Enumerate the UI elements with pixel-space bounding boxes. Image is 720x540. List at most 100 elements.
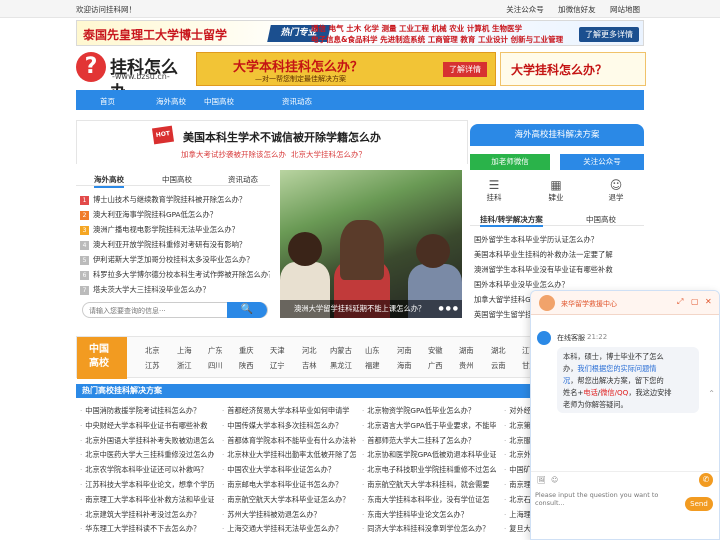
region-link[interactable]: 福建 — [365, 361, 380, 371]
region-link[interactable]: 浙江 — [177, 361, 192, 371]
header-ad-side[interactable]: 大学挂科怎么办？ — [500, 52, 646, 86]
search-icon[interactable]: 🔍 — [227, 302, 267, 318]
featured-photo[interactable]: 澳洲大学留学挂科延期不能上课怎么办？ ● ● ● — [280, 170, 462, 318]
scroll-up-icon[interactable]: ⌃ — [708, 389, 715, 398]
close-icon[interactable]: ✕ — [705, 297, 712, 306]
list-item[interactable]: 4 澳大利亚开放学院挂科重修对考研有没有影响？ — [80, 237, 270, 252]
region-link[interactable]: 江苏 — [145, 361, 160, 371]
phone-icon[interactable]: ✆ — [699, 473, 713, 487]
nav-news[interactable]: 资讯动态 — [282, 96, 312, 107]
list-item[interactable]: 1 博士山技术与继续教育学院挂科被开除怎么办？ — [80, 192, 270, 207]
list-item[interactable]: 6 科罗拉多大学博尔德分校本科生考试作弊被开除怎么办？ — [80, 267, 270, 282]
nav-china[interactable]: 中国高校 — [204, 96, 234, 107]
grid-link[interactable]: 首都师范大学大二挂科了怎么办？ — [362, 434, 496, 447]
tab-news[interactable]: 资讯动态 — [228, 174, 258, 185]
region-link[interactable]: 上海 — [177, 346, 192, 356]
region-link[interactable]: 北京 — [145, 346, 160, 356]
grid-link[interactable]: 东南大学挂科毕业论文怎么办？ — [362, 508, 496, 521]
list-item[interactable]: 7 塔夫茨大学大三挂科没毕业怎么办？ — [80, 282, 270, 297]
region-link[interactable]: 四川 — [208, 361, 223, 371]
region-link[interactable]: 广西 — [428, 361, 443, 371]
grid-link[interactable]: 首都经济贸易大学本科毕业如何申请学 — [222, 404, 356, 417]
search-input[interactable] — [89, 305, 229, 316]
region-link[interactable]: 湖北 — [491, 346, 506, 356]
grid-link[interactable]: 华东理工大学挂科读不下去怎么办？ — [80, 522, 214, 535]
region-link[interactable]: 内蒙古 — [330, 346, 352, 356]
grid-link[interactable]: 南京邮电大学本科毕业证书怎么办？ — [222, 478, 356, 491]
list-item[interactable]: 2 澳大利亚海事学院挂科GPA低怎么办？ — [80, 207, 270, 222]
grid-link[interactable]: 北京协和医学院GPA低被劝退本科毕业证 — [362, 448, 496, 461]
service-withdraw[interactable]: ☺ 退学 — [596, 178, 636, 203]
follow-wechat-link[interactable]: 关注公众号 — [506, 5, 544, 14]
grid-link[interactable]: 中国传媒大学本科多次挂科怎么办？ — [222, 419, 356, 432]
grid-link[interactable]: 北京林业大学挂科出勤率太低被开除了怎么 — [222, 448, 356, 461]
banner-more-button[interactable]: 了解更多详情 — [579, 27, 639, 42]
region-link[interactable]: 河南 — [397, 346, 412, 356]
list-item[interactable]: 国外留学生本科毕业学历认证怎么办？ — [474, 232, 644, 247]
region-link[interactable]: 贵州 — [459, 361, 474, 371]
photo-caption[interactable]: 澳洲大学留学挂科延期不能上课怎么办？ — [280, 300, 462, 318]
chat-input[interactable] — [535, 491, 685, 515]
region-link[interactable]: 安徽 — [428, 346, 443, 356]
region-link[interactable]: 黑龙江 — [330, 361, 352, 371]
region-link[interactable]: 河北 — [302, 346, 317, 356]
grid-link[interactable]: 中央财经大学本科毕业证书有哪些补救 — [80, 419, 214, 432]
grid-link[interactable]: 中国农业大学本科毕业证怎么办？ — [222, 463, 356, 476]
follow-button[interactable]: 关注公众号 — [560, 154, 644, 170]
wechat-button[interactable]: 加老师微信 — [470, 154, 550, 170]
top-banner-ad[interactable]: 泰国先皇理工大学博士留学 热门专业 通信 电气 土木 化学 测量 工业工程 机械… — [76, 20, 644, 46]
region-link[interactable]: 陕西 — [239, 361, 254, 371]
headline-sub-link-2[interactable]: 北京大学挂科怎么办？ — [291, 149, 366, 160]
list-item[interactable]: 澳洲留学生本科毕业没有毕业证有哪些补救 — [474, 262, 644, 277]
grid-link[interactable]: 北京语言大学GPA低于毕业要求，不能毕 — [362, 419, 496, 432]
tab-china[interactable]: 中国高校 — [162, 174, 192, 185]
service-fail[interactable]: ☰ 挂科 — [474, 178, 514, 203]
add-wechat-link[interactable]: 加微信好友 — [558, 5, 596, 14]
grid-link[interactable]: 南京航空航天大学本科挂科，就会需要 — [362, 478, 496, 491]
carousel-dots[interactable]: ● ● ● — [438, 305, 458, 312]
chat-header[interactable]: 来华留学救援中心 ⤢ ▢ ✕ — [531, 291, 719, 315]
emoji-icon[interactable]: ☺ — [551, 476, 558, 484]
grid-link[interactable]: 南京理工大学本科毕业补救方法和毕业证如何挂 — [80, 493, 214, 506]
region-link[interactable]: 天津 — [270, 346, 285, 356]
sitemap-link[interactable]: 网站地图 — [610, 5, 640, 14]
headline-title[interactable]: 美国本科生学术不诚信被开除学籍怎么办 — [183, 129, 381, 145]
tab-transfer[interactable]: 挂科/转学解决方案 — [480, 214, 543, 227]
list-item[interactable]: 5 伊利诺斯大学芝加哥分校挂科太多没毕业怎么办？ — [80, 252, 270, 267]
restore-icon[interactable]: ▢ — [691, 297, 699, 306]
header-ad-main[interactable]: 大学本科挂科怎么办？ —对一帮您制定最佳解决方案 了解详情 — [196, 52, 496, 86]
grid-link[interactable]: 上海交通大学挂科无法毕业怎么办？ — [222, 522, 356, 535]
region-link[interactable]: 云南 — [491, 361, 506, 371]
ad-details-button[interactable]: 了解详情 — [443, 62, 487, 77]
site-logo[interactable]: ? 挂科怎么办 -www.bzsu.cn- — [76, 50, 188, 103]
nav-home[interactable]: 首页 — [100, 96, 115, 107]
headline-sub-link-1[interactable]: 加拿大考试抄袭被开除该怎么办 — [181, 149, 286, 160]
grid-link[interactable]: 南京航空航天大学本科毕业证怎么办？ — [222, 493, 356, 506]
region-link[interactable]: 重庆 — [239, 346, 254, 356]
grid-link[interactable]: 中国消防救援学院考试挂科怎么办？ — [80, 404, 214, 417]
grid-link[interactable]: 江苏科技大学本科毕业论文，想拿个学历怎 — [80, 478, 214, 491]
grid-link[interactable]: 北京物资学院GPA低毕业怎么办？ — [362, 404, 496, 417]
send-button[interactable]: Send — [685, 497, 713, 511]
region-link[interactable]: 山东 — [365, 346, 380, 356]
region-link[interactable]: 海南 — [397, 361, 412, 371]
list-item[interactable]: 美国本科毕业生挂科的补救办法一定要了解 — [474, 247, 644, 262]
region-link[interactable]: 湖南 — [459, 346, 474, 356]
tab-overseas[interactable]: 海外高校 — [94, 174, 124, 188]
nav-overseas[interactable]: 海外高校 — [156, 96, 186, 107]
grid-link[interactable]: 北京中医药大学大三挂科重修没过怎么办 — [80, 448, 214, 461]
grid-link[interactable]: 首都体育学院本科不能毕业有什么办法补 — [222, 434, 356, 447]
expand-icon[interactable]: ⤢ — [677, 297, 683, 307]
grid-link[interactable]: 北京电子科技职业学院挂科重修不过怎么办 — [362, 463, 496, 476]
image-icon[interactable]: 🖼 — [537, 476, 546, 484]
service-dropout[interactable]: ▦ 肄业 — [536, 178, 576, 203]
region-link[interactable]: 辽宁 — [270, 361, 285, 371]
list-item[interactable]: 3 澳洲广播电视电影学院挂科无法毕业怎么办？ — [80, 222, 270, 237]
region-link[interactable]: 吉林 — [302, 361, 317, 371]
grid-link[interactable]: 同济大学本科挂科没拿到学位怎么办？ — [362, 522, 496, 535]
grid-link[interactable]: 苏州大学挂科被劝退怎么办？ — [222, 508, 356, 521]
grid-link[interactable]: 北京建筑大学挂科补考没过怎么办？ — [80, 508, 214, 521]
tab-china-schools[interactable]: 中国高校 — [586, 214, 616, 225]
grid-link[interactable]: 北京农学院本科毕业证还可以补救吗？ — [80, 463, 214, 476]
grid-link[interactable]: 东南大学挂科本科毕业，没有学位证怎 — [362, 493, 496, 506]
